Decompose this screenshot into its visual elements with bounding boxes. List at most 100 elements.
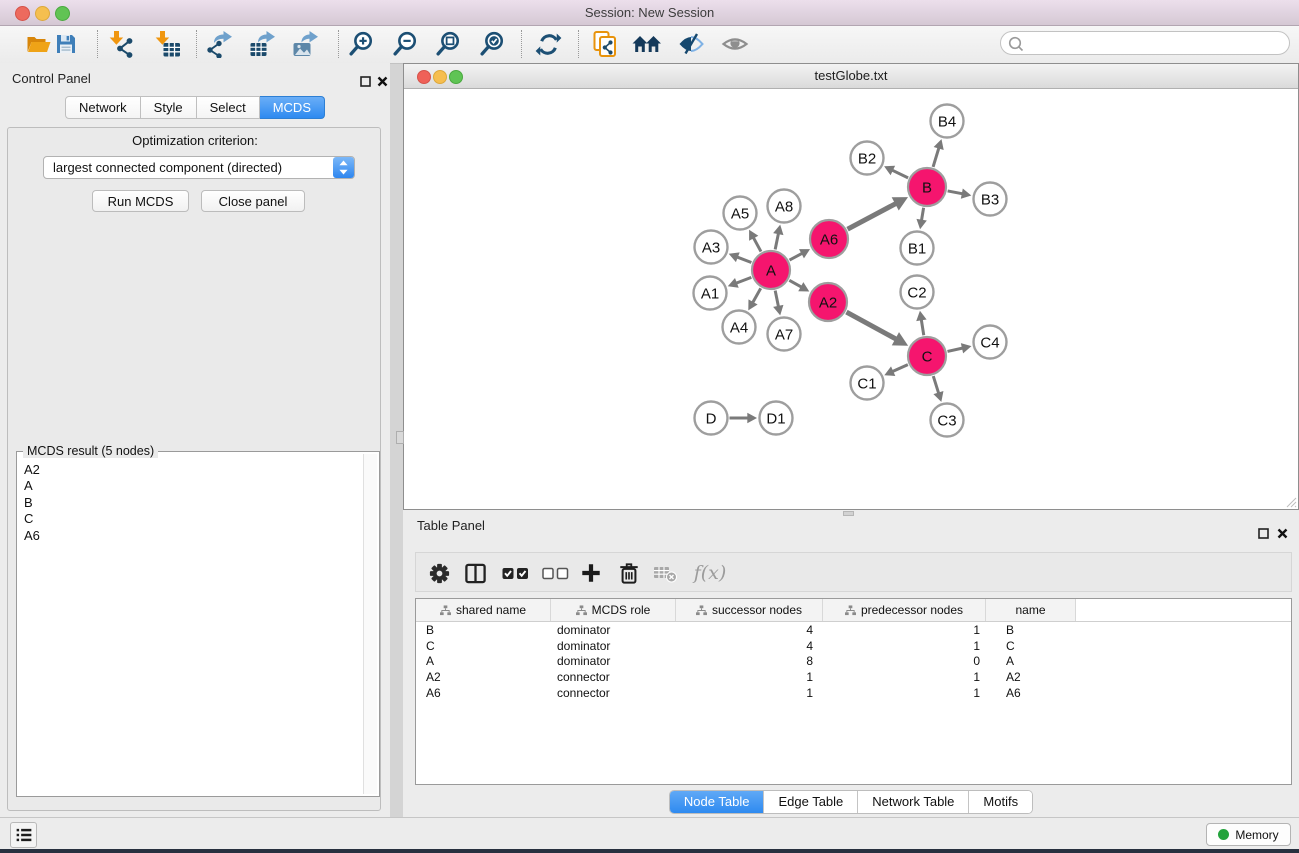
- graph-edge-A-A7[interactable]: [775, 291, 778, 307]
- add-column-icon[interactable]: [576, 559, 606, 587]
- graph-node-label: B: [922, 179, 932, 196]
- graph-edge-B-B3[interactable]: [948, 191, 963, 194]
- table-row[interactable]: A2connector11A2: [416, 669, 1291, 685]
- run-mcds-button[interactable]: Run MCDS: [92, 190, 189, 212]
- network-minimize-traffic-light[interactable]: [433, 70, 447, 84]
- table-cell: C: [416, 639, 551, 653]
- mcds-result-item[interactable]: B: [24, 495, 379, 511]
- table-row[interactable]: Adominator80A: [416, 654, 1291, 670]
- graph-edge-C-C4[interactable]: [947, 348, 962, 351]
- table-cell: 1: [823, 686, 986, 700]
- graph-edge-A-A6[interactable]: [790, 253, 803, 260]
- table-row[interactable]: A6connector11A6: [416, 685, 1291, 701]
- zoom-in-icon[interactable]: [346, 29, 376, 59]
- graph-edge-A6-B[interactable]: [848, 203, 897, 229]
- import-table-icon[interactable]: [152, 29, 182, 59]
- column-header-name[interactable]: name: [986, 599, 1076, 621]
- graph-node-label: A3: [702, 239, 720, 256]
- network-canvas[interactable]: B4B2BB3A8A5A6A3B1AA1C2A2A4A7C4CC1DD1C3: [404, 89, 1298, 509]
- export-network-icon[interactable]: [204, 29, 234, 59]
- search-box[interactable]: [1000, 31, 1290, 55]
- tab-network[interactable]: Network: [65, 96, 141, 119]
- network-close-traffic-light[interactable]: [417, 70, 431, 84]
- column-header-predecessor-nodes[interactable]: predecessor nodes: [823, 599, 986, 621]
- mcds-result-item[interactable]: C: [24, 511, 379, 527]
- graph-edge-A-A2[interactable]: [789, 280, 801, 287]
- mcds-result-item[interactable]: A: [24, 478, 379, 494]
- graph-edge-C-C1[interactable]: [892, 365, 908, 372]
- graph-edge-A-A5[interactable]: [753, 237, 761, 251]
- table-cell: dominator: [551, 623, 676, 637]
- table-cell: A6: [416, 686, 551, 700]
- graph-edge-B-B2[interactable]: [892, 170, 908, 178]
- close-panel-button[interactable]: Close panel: [201, 190, 305, 212]
- zoom-traffic-light[interactable]: [55, 6, 70, 21]
- table-row[interactable]: Bdominator41B: [416, 622, 1291, 638]
- tab-network-table[interactable]: Network Table: [857, 791, 968, 813]
- column-header-MCDS-role[interactable]: MCDS role: [551, 599, 676, 621]
- float-panel-icon[interactable]: [360, 74, 371, 92]
- table-row[interactable]: Cdominator41C: [416, 638, 1291, 654]
- tab-mcds[interactable]: MCDS: [260, 96, 325, 119]
- tab-select[interactable]: Select: [197, 96, 260, 119]
- resize-grip-icon[interactable]: [1284, 495, 1297, 508]
- graph-edge-A-A4[interactable]: [753, 288, 761, 303]
- zoom-fit-icon[interactable]: [433, 29, 463, 59]
- column-header-shared-name[interactable]: shared name: [416, 599, 551, 621]
- network-zoom-traffic-light[interactable]: [449, 70, 463, 84]
- home-first-neighbors-icon[interactable]: [632, 29, 662, 59]
- criterion-dropdown[interactable]: largest connected component (directed): [43, 156, 355, 179]
- hide-graphics-details-icon[interactable]: [676, 29, 706, 59]
- node-table[interactable]: shared nameMCDS rolesuccessor nodesprede…: [415, 598, 1292, 785]
- table-settings-gear-icon[interactable]: [424, 559, 454, 587]
- zoom-out-icon[interactable]: [390, 29, 420, 59]
- export-image-icon[interactable]: [290, 29, 320, 59]
- close-panel-icon[interactable]: [377, 74, 388, 92]
- graph-edge-C-C3[interactable]: [933, 376, 938, 394]
- table-panel: Table Panel: [403, 510, 1299, 817]
- graph-edge-A-A1[interactable]: [736, 277, 751, 283]
- table-close-panel-icon[interactable]: [1277, 526, 1288, 544]
- table-cell: 0: [823, 654, 986, 668]
- delete-column-trash-icon[interactable]: [614, 559, 644, 587]
- graph-edge-C-C2[interactable]: [921, 319, 923, 335]
- mcds-result-item[interactable]: A6: [24, 528, 379, 544]
- open-session-icon[interactable]: [23, 29, 53, 59]
- panel-splitter-handle[interactable]: [396, 431, 404, 444]
- show-graphics-details-icon[interactable]: [720, 29, 750, 59]
- column-header-successor-nodes[interactable]: successor nodes: [676, 599, 823, 621]
- tab-edge-table[interactable]: Edge Table: [763, 791, 857, 813]
- search-input[interactable]: [1027, 34, 1281, 54]
- task-history-button[interactable]: [10, 822, 37, 848]
- show-columns-icon[interactable]: [460, 559, 490, 587]
- save-session-icon[interactable]: [51, 29, 81, 59]
- select-all-checkboxes-icon[interactable]: [500, 559, 530, 587]
- toolbar-separator: [521, 30, 522, 58]
- zoom-selected-icon[interactable]: [477, 29, 507, 59]
- minimize-traffic-light[interactable]: [35, 6, 50, 21]
- tab-motifs[interactable]: Motifs: [968, 791, 1032, 813]
- table-float-panel-icon[interactable]: [1258, 526, 1269, 544]
- result-scrollbar[interactable]: [363, 454, 377, 794]
- import-network-icon[interactable]: [106, 29, 136, 59]
- graph-edge-B-B1[interactable]: [921, 208, 923, 221]
- graph-edge-A2-C[interactable]: [846, 312, 896, 339]
- mcds-result-item[interactable]: A2: [24, 462, 379, 478]
- close-traffic-light[interactable]: [15, 6, 30, 21]
- new-network-from-selection-icon[interactable]: [590, 29, 620, 59]
- tab-node-table[interactable]: Node Table: [670, 791, 764, 813]
- graph-edge-A-A8[interactable]: [775, 233, 778, 249]
- network-window-titlebar[interactable]: testGlobe.txt: [404, 64, 1298, 89]
- graph-edge-B-B4[interactable]: [933, 148, 939, 167]
- refresh-icon[interactable]: [533, 29, 563, 59]
- export-table-icon[interactable]: [247, 29, 277, 59]
- deselect-all-checkboxes-icon[interactable]: [540, 559, 570, 587]
- memory-button[interactable]: Memory: [1206, 823, 1291, 846]
- optimization-criterion-label: Optimization criterion:: [0, 133, 390, 148]
- tab-style[interactable]: Style: [141, 96, 197, 119]
- dropdown-stepper-icon: [333, 157, 354, 178]
- graph-node-label: C1: [857, 375, 876, 392]
- graph-edge-A-A3[interactable]: [737, 257, 752, 263]
- table-cell: B: [986, 623, 1076, 637]
- table-panel-splitter-handle[interactable]: [843, 511, 854, 516]
